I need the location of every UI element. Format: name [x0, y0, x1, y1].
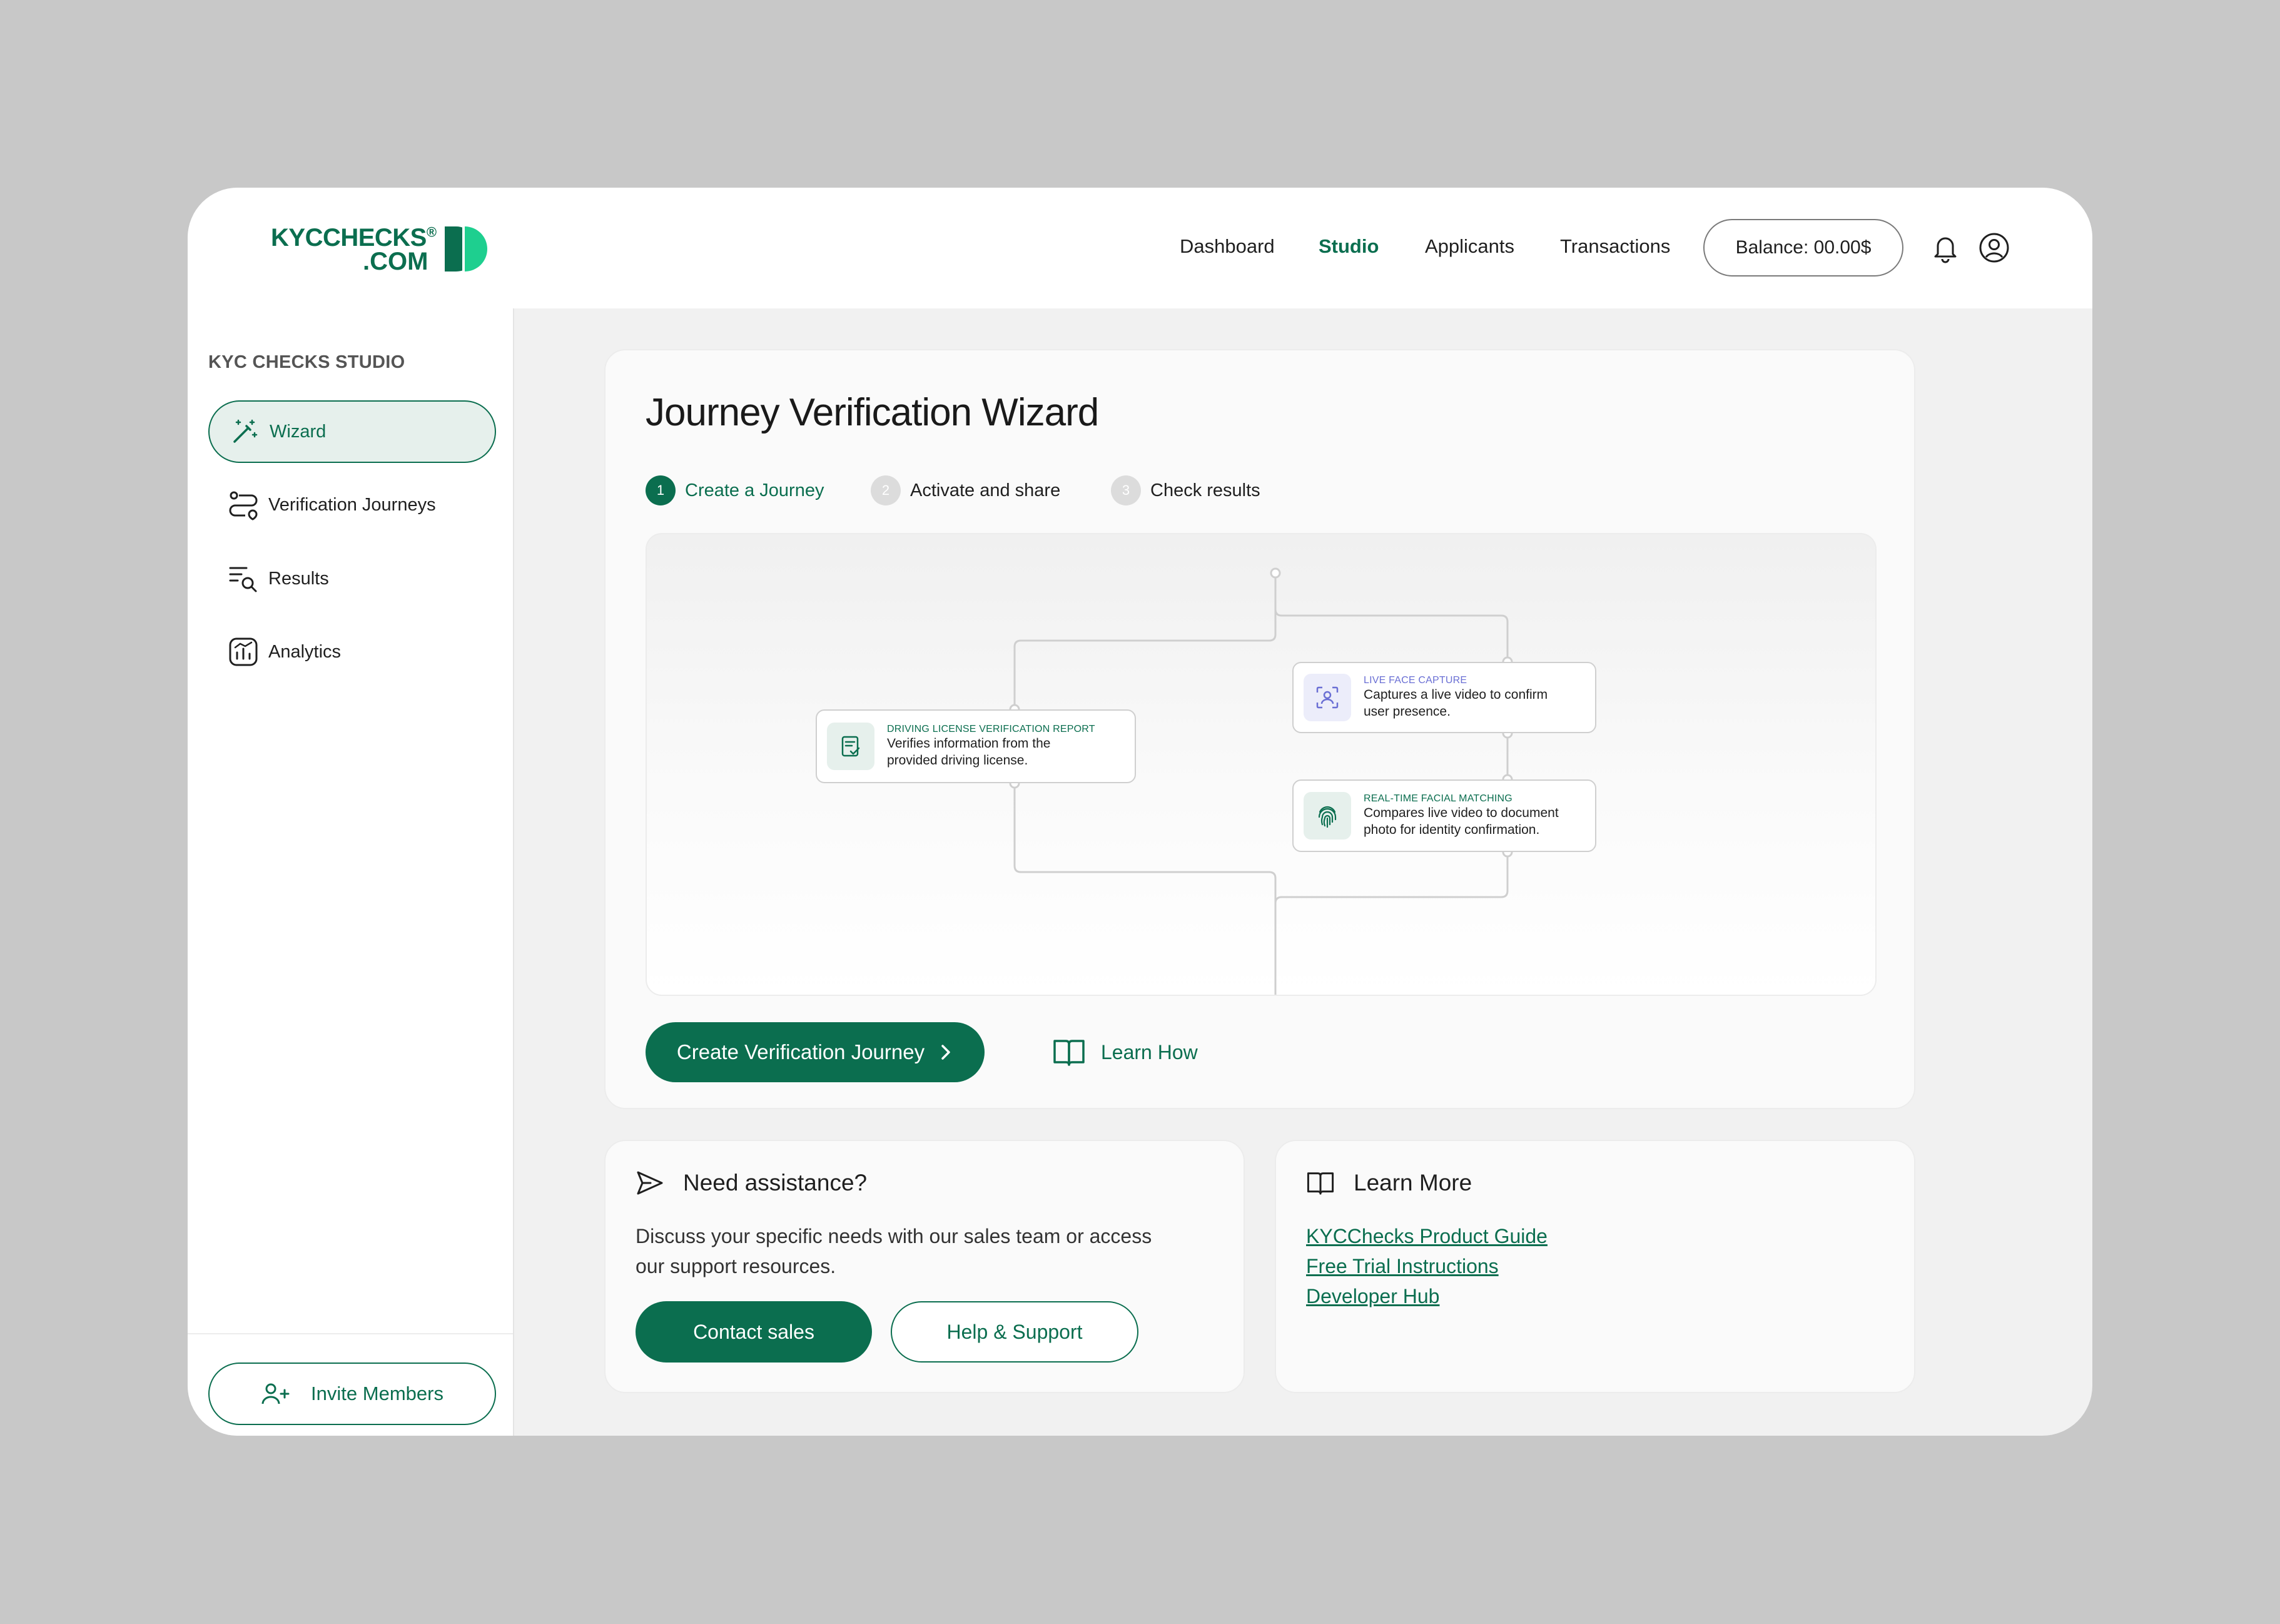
fingerprint-icon — [1304, 792, 1351, 840]
book-icon — [1052, 1037, 1086, 1067]
sidebar-item-label: Analytics — [268, 641, 342, 662]
send-icon — [636, 1170, 664, 1196]
list-search-icon — [227, 562, 260, 595]
sidebar-item-label: Wizard — [270, 421, 327, 442]
sidebar: KYC CHECKS STUDIO Wizard Verification Jo… — [188, 308, 514, 1436]
step-check-results[interactable]: 3 Check results — [1111, 475, 1260, 505]
step-label: Create a Journey — [685, 480, 824, 500]
sidebar-item-verification-journeys[interactable]: Verification Journeys — [208, 474, 496, 536]
step-activate-share[interactable]: 2 Activate and share — [871, 475, 1060, 505]
node-tag: REAL-TIME FACIAL MATCHING — [1364, 793, 1512, 804]
node-tag: DRIVING LICENSE VERIFICATION REPORT — [887, 724, 1095, 734]
step-number: 3 — [1111, 475, 1141, 505]
nav-dashboard[interactable]: Dashboard — [1180, 235, 1275, 258]
learn-how-label: Learn How — [1101, 1040, 1198, 1063]
sidebar-item-label: Verification Journeys — [268, 494, 436, 515]
link-developer-hub[interactable]: Developer Hub — [1306, 1281, 1548, 1311]
book-icon — [1306, 1170, 1335, 1196]
add-user-icon — [261, 1381, 290, 1406]
top-bar: KYCCHECKS® .COM Dashboard Studio Applica… — [188, 188, 2092, 308]
node-driving-license[interactable]: DRIVING LICENSE VERIFICATION REPORT Veri… — [816, 709, 1136, 783]
sidebar-title: KYC CHECKS STUDIO — [208, 352, 405, 372]
step-create-journey[interactable]: 1 Create a Journey — [646, 475, 824, 505]
learn-more-card: Learn More KYCChecks Product Guide Free … — [1275, 1140, 1915, 1393]
node-description: Verifies information from the provided d… — [887, 736, 1051, 768]
node-tag: LIVE FACE CAPTURE — [1364, 675, 1467, 686]
step-label: Activate and share — [910, 480, 1061, 500]
bell-icon[interactable] — [1929, 231, 1962, 264]
logo[interactable]: KYCCHECKS® .COM — [271, 224, 502, 275]
sidebar-divider — [188, 1333, 513, 1334]
assistance-card: Need assistance? Discuss your specific n… — [604, 1140, 1245, 1393]
invite-members-button[interactable]: Invite Members — [208, 1363, 496, 1425]
route-icon — [227, 489, 260, 521]
document-check-icon — [827, 723, 874, 770]
logo-text-line2: .COM — [363, 248, 428, 275]
nav-studio[interactable]: Studio — [1319, 235, 1379, 258]
learn-more-links: KYCChecks Product Guide Free Trial Instr… — [1306, 1221, 1548, 1311]
node-live-face-capture[interactable]: LIVE FACE CAPTURE Captures a live video … — [1292, 662, 1596, 733]
magic-wand-icon — [228, 415, 261, 448]
step-label: Check results — [1150, 480, 1260, 500]
invite-members-label: Invite Members — [311, 1383, 443, 1404]
logo-mark-icon — [445, 226, 487, 272]
help-support-button[interactable]: Help & Support — [891, 1301, 1138, 1363]
sidebar-item-results[interactable]: Results — [208, 547, 496, 610]
step-number: 2 — [871, 475, 901, 505]
face-scan-icon — [1304, 674, 1351, 721]
node-facial-matching[interactable]: REAL-TIME FACIAL MATCHING Compares live … — [1292, 779, 1596, 852]
assistance-text: Discuss your specific needs with our sal… — [636, 1225, 1152, 1277]
user-avatar-icon[interactable] — [1978, 231, 2010, 264]
balance-pill[interactable]: Balance: 00.00$ — [1703, 219, 1903, 277]
contact-sales-button[interactable]: Contact sales — [636, 1301, 872, 1363]
assistance-header: Need assistance? — [636, 1170, 867, 1196]
learn-how-link[interactable]: Learn How — [1052, 1037, 1198, 1067]
nav-transactions[interactable]: Transactions — [1560, 235, 1670, 258]
create-journey-label: Create Verification Journey — [676, 1040, 925, 1063]
node-description: Captures a live video to confirm user pr… — [1364, 688, 1548, 719]
assistance-title: Need assistance? — [683, 1170, 868, 1195]
chart-icon — [227, 636, 260, 668]
page-title: Journey Verification Wizard — [646, 391, 1099, 434]
link-free-trial[interactable]: Free Trial Instructions — [1306, 1251, 1548, 1281]
create-verification-journey-button[interactable]: Create Verification Journey — [646, 1022, 985, 1082]
app-window: KYCCHECKS® .COM Dashboard Studio Applica… — [188, 188, 2092, 1436]
learn-more-header: Learn More — [1306, 1170, 1472, 1196]
journey-canvas[interactable]: DRIVING LICENSE VERIFICATION REPORT Veri… — [646, 533, 1877, 996]
nav-applicants[interactable]: Applicants — [1425, 235, 1514, 258]
link-product-guide[interactable]: KYCChecks Product Guide — [1306, 1221, 1548, 1251]
sidebar-item-label: Results — [268, 568, 329, 589]
sidebar-item-wizard[interactable]: Wizard — [208, 400, 496, 463]
learn-more-title: Learn More — [1354, 1170, 1472, 1195]
chevron-right-icon — [938, 1043, 953, 1062]
node-description: Compares live video to document photo fo… — [1364, 806, 1559, 837]
sidebar-item-analytics[interactable]: Analytics — [208, 621, 496, 683]
wizard-card: Journey Verification Wizard 1 Create a J… — [604, 349, 1915, 1109]
step-number: 1 — [646, 475, 676, 505]
